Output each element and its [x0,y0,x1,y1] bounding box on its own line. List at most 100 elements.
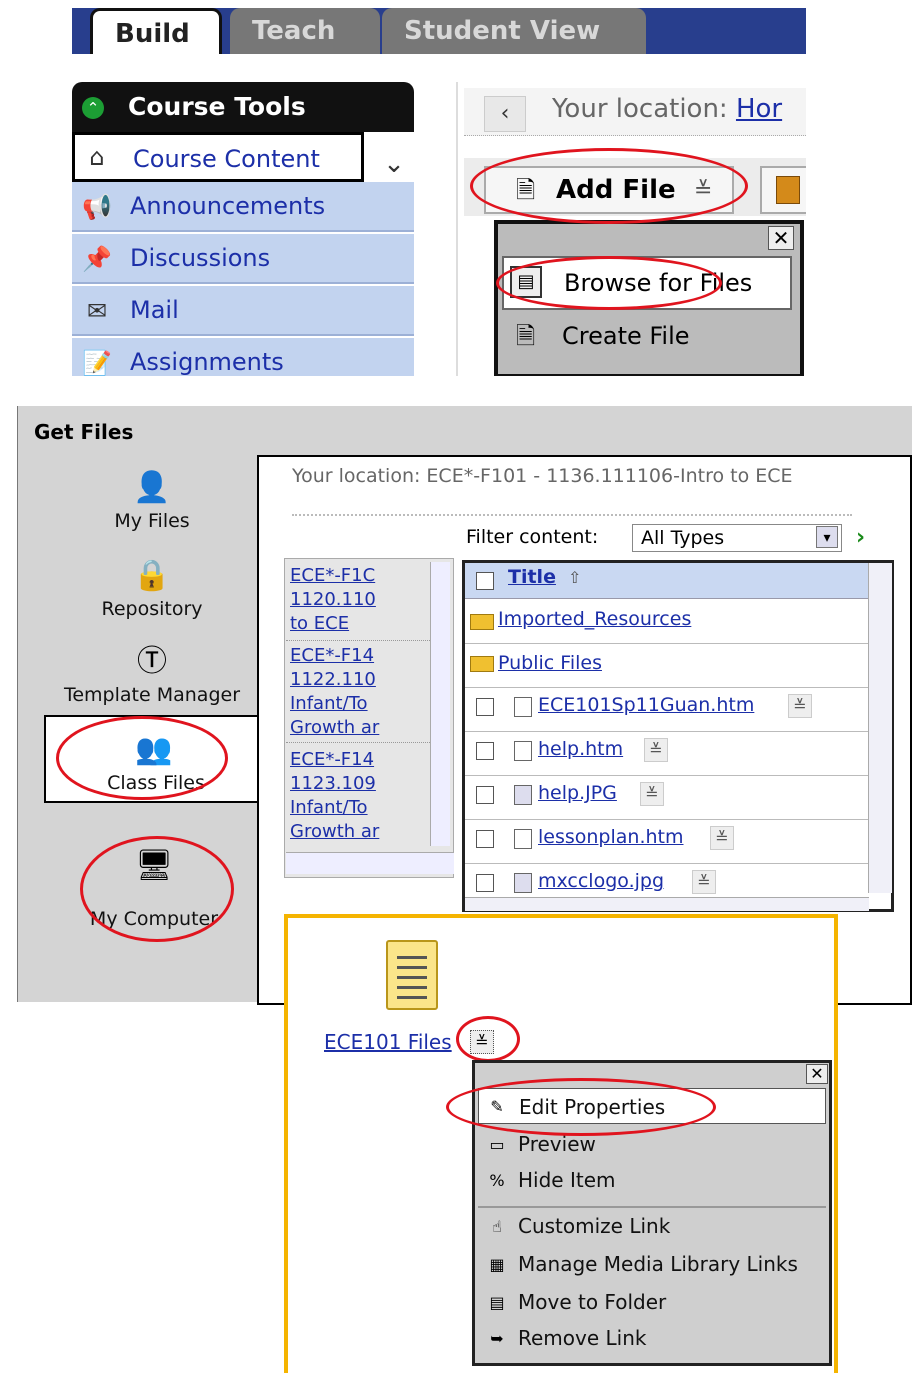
chevron-down-icon[interactable]: ≚ [694,178,720,204]
browse-for-files-item[interactable]: Browse for Files [502,256,792,310]
document-icon [514,697,532,717]
folder-icon [470,656,494,672]
row-checkbox[interactable] [476,830,494,848]
back-button[interactable]: ‹ [484,96,526,132]
document-icon [514,829,532,849]
file-link[interactable]: help.htm [538,738,623,760]
preview-icon: ▭ [489,1135,505,1154]
my-files-icon[interactable]: 👤 [132,468,172,508]
tab-student-view[interactable]: Student View [382,8,646,54]
nav-assignments[interactable]: Assignments [72,338,414,376]
media-library-icon: ▦ [489,1255,505,1274]
image-file-icon [514,873,532,893]
select-all-checkbox[interactable] [476,572,494,590]
chevron-down-icon[interactable]: ≚ [644,738,668,762]
chevron-down-icon[interactable]: ≚ [470,1030,494,1054]
megaphone-icon: 📢 [82,193,112,221]
source-my-files[interactable]: My Files [52,510,252,532]
row-checkbox[interactable] [476,742,494,760]
source-class-files[interactable]: Class Files [56,772,256,794]
divider [292,514,852,516]
source-repository[interactable]: Repository [52,598,252,620]
file-link[interactable]: mxcclogo.jpg [538,870,664,892]
item-title-link[interactable]: ECE101 Files [324,1030,452,1054]
horizontal-scrollbar[interactable] [465,897,869,911]
chevron-down-icon[interactable]: ≚ [640,782,664,806]
file-link[interactable]: lessonplan.htm [538,826,684,848]
tree-separator [286,742,432,743]
filter-label: Filter content: [466,526,599,548]
title-column-header[interactable]: Title [508,566,556,588]
file-link[interactable]: ECE101Sp11Guan.htm [538,694,754,716]
tab-teach[interactable]: Teach [230,8,380,54]
browse-icon: ▤ [510,266,542,298]
assignment-icon: 📝 [82,349,112,376]
tree-separator [286,640,432,641]
home-icon: ⌂ [89,143,105,171]
document-icon: 🗎 [516,176,536,204]
vertical-scrollbar[interactable] [868,563,892,893]
file-location-text: Your location: ECE*-F101 - 1136.111106-I… [292,465,793,487]
source-my-computer[interactable]: My Computer [54,908,254,930]
pin-icon: 📌 [82,245,112,273]
get-files-title: Get Files [34,420,134,444]
go-arrow-icon[interactable]: › [856,526,880,550]
chevron-down-icon[interactable]: ≚ [788,694,812,718]
my-computer-icon[interactable]: 🖥 [126,846,182,886]
menu-move-to-folder[interactable]: Move to Folder [478,1284,826,1320]
document-icon[interactable] [386,940,438,1010]
file-link[interactable]: help.JPG [538,782,617,804]
folder-move-icon: ▤ [489,1293,505,1312]
row-checkbox[interactable] [476,698,494,716]
dropdown-arrow-icon[interactable]: ▾ [816,526,838,548]
nav-announcements[interactable]: Announcements [72,182,414,232]
nav-discussions[interactable]: Discussions [72,234,414,284]
row-checkbox[interactable] [476,874,494,892]
sort-up-icon[interactable]: ⇧ [568,568,581,587]
location-home-link[interactable]: Hor [736,94,782,124]
location-prefix: Your location: [552,94,728,124]
menu-edit-properties[interactable]: Edit Properties [478,1088,826,1124]
chevron-down-icon[interactable]: ≚ [710,826,734,850]
package-icon [776,176,800,204]
horizontal-scrollbar[interactable] [286,852,454,874]
file-link[interactable]: Imported_Resources [498,608,691,630]
filter-type-select[interactable]: All Types [632,524,842,552]
tree-node[interactable]: ECE*-F1C 1120.110 to ECE [290,564,430,636]
vertical-scrollbar[interactable] [430,562,450,846]
menu-preview[interactable]: Preview [478,1126,826,1162]
nav-course-content[interactable]: Course Content [72,132,364,182]
course-tools-header[interactable]: Course Tools [72,82,414,132]
close-icon[interactable]: ✕ [806,1064,828,1084]
menu-remove-link[interactable]: Remove Link [478,1320,826,1356]
menu-customize-link[interactable]: Customize Link [478,1208,826,1244]
source-template-manager[interactable]: Template Manager [52,684,252,706]
hide-icon: % [489,1171,505,1190]
pencil-icon: ✎ [490,1097,504,1116]
image-file-icon [514,785,532,805]
location-text: Your location: Hor [552,94,782,124]
tree-node[interactable]: ECE*-F14 1123.109 Infant/To Growth ar [290,748,430,844]
folder-icon [470,614,494,630]
hand-icon: ☝ [492,1217,502,1236]
nav-mail[interactable]: Mail [72,286,414,336]
chevron-down-icon[interactable]: ⌄ [374,144,414,184]
file-link[interactable]: Public Files [498,652,602,674]
class-files-icon[interactable]: 👥 [134,730,174,770]
menu-hide-item[interactable]: Hide Item [478,1162,826,1198]
row-checkbox[interactable] [476,786,494,804]
remove-link-icon: ➥ [490,1329,504,1348]
document-icon [514,741,532,761]
divider [456,82,458,376]
create-file-item[interactable]: Create File [502,310,792,362]
repository-icon[interactable]: 🔒 [132,556,172,596]
tab-build[interactable]: Build [90,8,222,54]
chevron-down-icon[interactable]: ≚ [692,870,716,894]
collapse-up-icon[interactable]: ⌃ [82,97,104,119]
template-manager-icon[interactable]: Ⓣ [132,642,172,682]
course-tools-screenshot: Build Teach Student View Course Tools ⌃ … [72,8,806,376]
tree-node[interactable]: ECE*-F14 1122.110 Infant/To Growth ar [290,644,430,740]
document-icon: 🗎 [516,322,536,350]
menu-manage-media-library-links[interactable]: Manage Media Library Links [478,1246,826,1282]
close-icon[interactable]: ✕ [768,226,794,250]
